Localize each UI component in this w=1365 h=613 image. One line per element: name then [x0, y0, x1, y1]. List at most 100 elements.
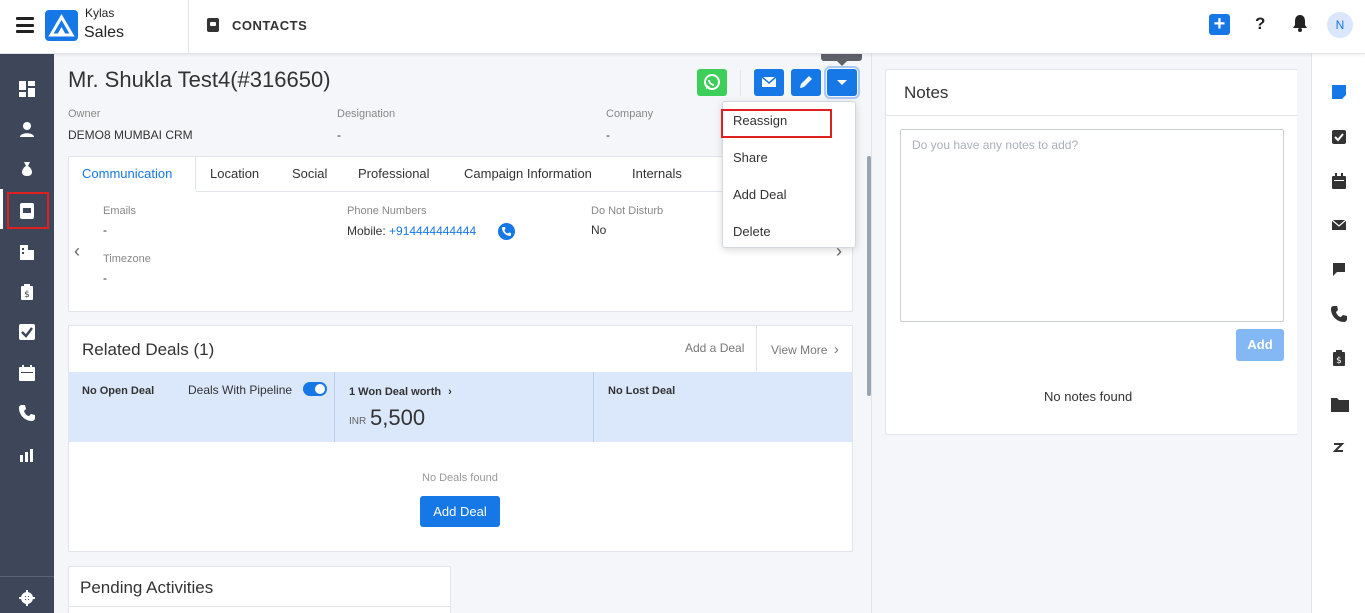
emails-label: Emails: [103, 205, 137, 217]
phone-icon: [1331, 306, 1347, 322]
clipboard-dollar-icon: $: [21, 284, 33, 300]
sidebar-item-deals[interactable]: $: [0, 272, 54, 312]
pencil-icon: [800, 76, 812, 88]
chat-icon: [1333, 263, 1345, 276]
calendar-icon: [19, 365, 35, 381]
menu-item-delete[interactable]: Delete: [733, 224, 771, 239]
sidebar-divider: [0, 576, 54, 577]
tab-underline: [196, 191, 723, 192]
sticky-note-icon: [1332, 85, 1346, 99]
email-button[interactable]: [754, 69, 784, 96]
rail-item-deals[interactable]: $: [1311, 340, 1365, 376]
more-button[interactable]: [824, 66, 860, 99]
brand-name: Kylas: [85, 6, 115, 20]
notes-input[interactable]: [900, 129, 1284, 322]
menu-item-add-deal[interactable]: Add Deal: [733, 187, 786, 202]
sidebar-item-settings[interactable]: [0, 580, 54, 613]
panel-divider: [871, 54, 872, 613]
sidebar-item-leads[interactable]: [0, 149, 54, 189]
chevron-right-icon: ›: [833, 341, 839, 358]
owner-value: DEMO8 MUMBAI CRM: [68, 128, 193, 142]
folder-icon: [1331, 398, 1349, 412]
sidebar-item-companies[interactable]: [0, 232, 54, 272]
top-header: Kylas Sales CONTACTS + ? N: [0, 0, 1365, 54]
contact-name: Mr. Shukla Test4(#316650): [68, 67, 331, 92]
phone-prefix: Mobile:: [347, 224, 386, 238]
pending-activities-title: Pending Activities: [80, 578, 214, 597]
tab-internals[interactable]: Internals: [632, 166, 682, 181]
won-deal-link[interactable]: 1 Won Deal worth ›: [349, 386, 452, 398]
svg-text:$: $: [24, 290, 30, 300]
chevron-right-icon: ›: [448, 386, 452, 398]
rail-item-email[interactable]: [1311, 207, 1365, 243]
clipboard-dollar-icon: $: [1333, 350, 1345, 366]
lost-deal-label: No Lost Deal: [608, 385, 676, 397]
tab-location[interactable]: Location: [210, 166, 259, 181]
company-value: -: [606, 128, 610, 142]
rail-item-tasks[interactable]: [1311, 119, 1365, 155]
avatar[interactable]: N: [1327, 12, 1353, 38]
reassign-highlight-box: [721, 109, 832, 138]
rail-item-zoom[interactable]: [1311, 430, 1365, 466]
pipeline-label: Deals With Pipeline: [188, 383, 293, 397]
rail-item-calendar[interactable]: [1311, 163, 1365, 199]
sidebar-item-dashboard[interactable]: [0, 69, 54, 109]
building-icon: [20, 245, 34, 260]
kylas-logo-icon[interactable]: [45, 10, 78, 41]
sidebar-item-users[interactable]: [0, 109, 54, 149]
bar-chart-icon: [20, 449, 33, 462]
designation-label: Designation: [337, 108, 396, 120]
phone-value: Mobile: +914444444444: [347, 224, 476, 238]
sidebar-item-reports[interactable]: [0, 434, 54, 474]
dnd-value: No: [591, 223, 607, 237]
tab-professional[interactable]: Professional: [358, 166, 430, 181]
tab-social[interactable]: Social: [292, 166, 327, 181]
sidebar-item-calls[interactable]: [0, 393, 54, 433]
scrollbar-thumb[interactable]: [867, 156, 871, 396]
add-deal-button[interactable]: Add Deal: [420, 496, 500, 527]
hamburger-menu-icon[interactable]: [16, 17, 34, 33]
strip-divider: [593, 372, 594, 442]
company-label: Company: [606, 108, 654, 120]
related-deals-title: Related Deals (1): [82, 340, 215, 359]
edit-button[interactable]: [791, 69, 821, 96]
rail-item-calls[interactable]: [1311, 296, 1365, 332]
whatsapp-button[interactable]: [697, 69, 727, 96]
contact-card-icon: [207, 18, 219, 32]
dnd-label: Do Not Disturb: [591, 205, 664, 217]
help-icon[interactable]: ?: [1255, 14, 1265, 34]
breadcrumb: CONTACTS: [232, 18, 308, 33]
phone-link[interactable]: +914444444444: [389, 224, 476, 238]
bell-icon[interactable]: [1292, 14, 1308, 32]
timezone-value: -: [103, 271, 107, 285]
user-icon: [20, 122, 34, 137]
sidebar-item-meetings[interactable]: [0, 353, 54, 393]
currency-label: INR: [349, 416, 367, 427]
contacts-highlight-box: [7, 192, 49, 229]
add-a-deal-link[interactable]: Add a Deal: [685, 341, 744, 355]
checkbox-icon: [1332, 130, 1346, 144]
mail-icon: [761, 76, 777, 87]
action-divider: [740, 70, 741, 96]
pipeline-toggle[interactable]: [303, 382, 327, 396]
deal-summary-strip: [69, 372, 852, 442]
rail-gutter: [1297, 54, 1311, 613]
call-button[interactable]: [498, 223, 515, 240]
rail-item-documents[interactable]: [1311, 386, 1365, 422]
rail-item-chat[interactable]: [1311, 251, 1365, 287]
phone-label: Phone Numbers: [347, 205, 427, 217]
tab-campaign-information[interactable]: Campaign Information: [464, 166, 592, 181]
timezone-label: Timezone: [103, 253, 151, 265]
view-more-link[interactable]: View More ›: [771, 341, 839, 358]
quick-add-button[interactable]: +: [1209, 14, 1230, 35]
sidebar-item-tasks[interactable]: [0, 312, 54, 352]
grid-icon: [19, 81, 35, 97]
tab-communication[interactable]: Communication: [82, 166, 172, 181]
phone-icon: [19, 405, 35, 421]
brand-product: Sales: [84, 24, 125, 41]
chevron-left-icon[interactable]: ‹: [74, 241, 80, 262]
rail-item-notes[interactable]: [1311, 74, 1365, 110]
svg-text:$: $: [1336, 356, 1342, 366]
menu-item-share[interactable]: Share: [733, 150, 768, 165]
notes-add-button[interactable]: Add: [1236, 329, 1284, 361]
